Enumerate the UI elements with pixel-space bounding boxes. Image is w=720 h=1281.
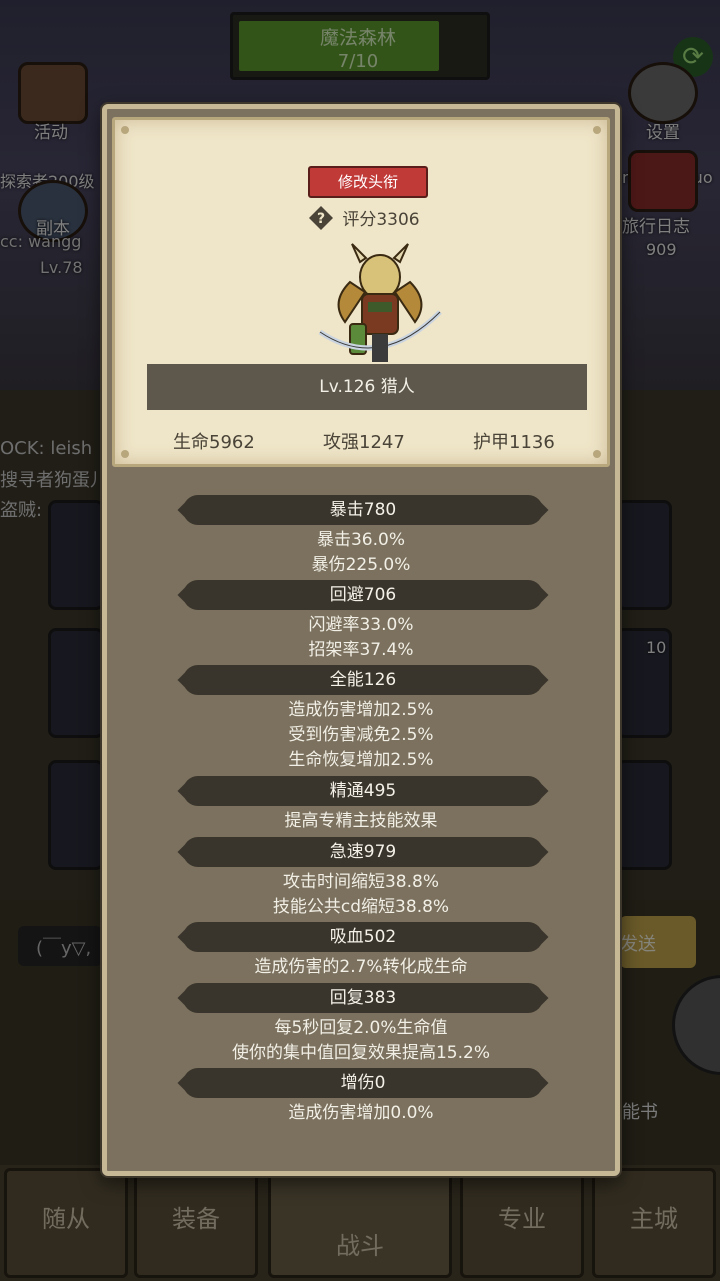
attr-damage-bonus: 造成伤害增加2.5% (288, 700, 434, 720)
panel-corner-rivet (593, 450, 601, 458)
stat-attack-power: 攻强1247 (323, 432, 405, 453)
score-label: 评分3306 (342, 210, 420, 230)
panel-corner-rivet (593, 126, 601, 134)
attr-haste-header: 急速979 (183, 837, 543, 867)
attr-leech-effect: 造成伤害的2.7%转化成生命 (254, 957, 468, 977)
attr-parry-rate: 招架率37.4% (308, 640, 414, 660)
hunter-character-sprite (310, 242, 450, 372)
attr-crit-header: 暴击780 (183, 495, 543, 525)
attr-mastery-effect: 提高专精主技能效果 (284, 811, 438, 831)
attr-regen-hp: 每5秒回复2.0%生命值 (274, 1018, 448, 1038)
attr-damage-amp-effect: 造成伤害增加0.0% (288, 1103, 434, 1123)
attr-attack-speed: 攻击时间缩短38.8% (282, 872, 439, 892)
stat-armor: 护甲1136 (473, 432, 555, 453)
attr-avoidance-header: 回避706 (183, 580, 543, 610)
score-row: ? 评分3306 (115, 206, 613, 234)
help-icon[interactable]: ? (308, 205, 334, 231)
panel-corner-rivet (121, 126, 129, 134)
attr-gcd-reduction: 技能公共cd缩短38.8% (272, 897, 450, 917)
attr-regen-header: 回复383 (183, 983, 543, 1013)
stat-hp: 生命5962 (173, 432, 255, 453)
attr-regen-focus: 使你的集中值回复效果提高15.2% (231, 1043, 490, 1063)
attr-mastery-header: 精通495 (183, 776, 543, 806)
attr-healing-bonus: 生命恢复增加2.5% (288, 750, 434, 770)
attr-crit-damage: 暴伤225.0% (311, 555, 411, 575)
attr-damage-amp-header: 增伤0 (183, 1068, 543, 1098)
attr-crit-rate: 暴击36.0% (316, 530, 405, 550)
panel-corner-rivet (121, 450, 129, 458)
change-title-button[interactable]: 修改头衔 (308, 166, 428, 198)
character-summary-panel: 修改头衔 ? 评分3306 Lv.126 猎人 生命5962 攻强1247 护甲… (112, 117, 610, 467)
character-stats-modal: 修改头衔 ? 评分3306 Lv.126 猎人 生命5962 攻强1247 护甲… (102, 104, 620, 1176)
attr-versatility-header: 全能126 (183, 665, 543, 695)
attr-leech-header: 吸血502 (183, 922, 543, 952)
attr-dodge-rate: 闪避率33.0% (308, 615, 414, 635)
svg-text:?: ? (317, 211, 325, 227)
character-level-class: Lv.126 猎人 (147, 364, 587, 410)
attr-damage-reduction: 受到伤害减免2.5% (288, 725, 434, 745)
